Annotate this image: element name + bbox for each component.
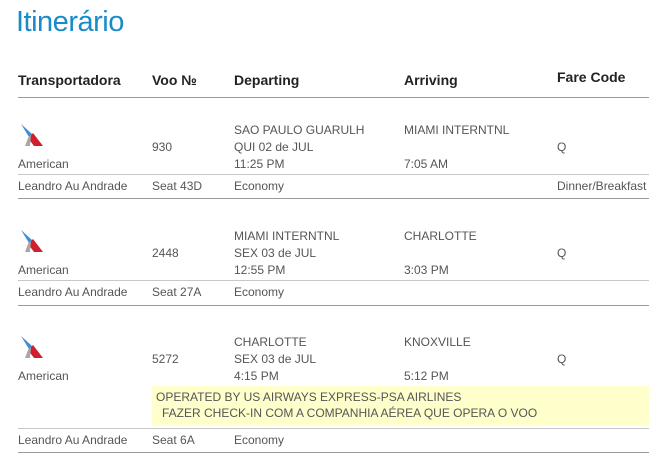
departing-airport: SAO PAULO GUARULH [234, 123, 365, 137]
column-header-flight: Voo № [152, 72, 197, 88]
airline-name: American [18, 157, 69, 171]
meal-service: Dinner/Breakfast [557, 179, 647, 193]
arriving-airport: KNOXVILLE [404, 335, 471, 349]
departing-airport: MIAMI INTERNTNL [234, 229, 340, 243]
seat-assignment: Seat 43D [152, 179, 203, 193]
departing-date: SEX 03 de JUL [234, 352, 317, 366]
header-divider [18, 97, 649, 98]
passenger-name: Leandro Au Andrade [18, 433, 128, 447]
fare-code: Q [557, 246, 567, 260]
american-airlines-logo-icon [21, 124, 43, 146]
fare-code: Q [557, 352, 567, 366]
cabin-class: Economy [234, 285, 285, 299]
flight-number: 930 [152, 140, 173, 154]
flight-number: 5272 [152, 352, 179, 366]
arriving-time: 7:05 AM [404, 157, 449, 171]
departing-time: 12:55 PM [234, 263, 286, 277]
page-title: Itinerário [16, 6, 124, 38]
column-header-carrier: Transportadora [18, 72, 121, 88]
arriving-airport: MIAMI INTERNTNL [404, 123, 510, 137]
fare-code: Q [557, 140, 567, 154]
departing-time: 4:15 PM [234, 369, 279, 383]
column-header-arriving: Arriving [404, 72, 458, 88]
arriving-time: 5:12 PM [404, 369, 449, 383]
airline-name: American [18, 369, 69, 383]
arriving-time: 3:03 PM [404, 263, 449, 277]
operated-by-notice: OPERATED BY US AIRWAYS EXPRESS-PSA AIRLI… [152, 386, 649, 426]
row-divider [18, 428, 649, 429]
flight-divider [18, 198, 649, 199]
column-header-departing: Departing [234, 72, 300, 88]
flight-divider [18, 452, 649, 453]
flight-divider [18, 305, 649, 306]
row-divider [18, 174, 649, 175]
column-header-fare-code: Fare Code [557, 69, 626, 85]
passenger-name: Leandro Au Andrade [18, 285, 128, 299]
departing-time: 11:25 PM [234, 157, 285, 171]
cabin-class: Economy [234, 179, 285, 193]
seat-assignment: Seat 27A [152, 285, 202, 299]
departing-date: SEX 03 de JUL [234, 246, 317, 260]
american-airlines-logo-icon [21, 336, 43, 358]
operated-by-text: OPERATED BY US AIRWAYS EXPRESS-PSA AIRLI… [156, 390, 462, 404]
passenger-name: Leandro Au Andrade [18, 179, 128, 193]
check-in-notice-text: FAZER CHECK-IN COM A COMPANHIA AÉREA QUE… [162, 406, 538, 420]
flight-number: 2448 [152, 246, 179, 260]
cabin-class: Economy [234, 433, 285, 447]
departing-airport: CHARLOTTE [234, 335, 307, 349]
airline-name: American [18, 263, 69, 277]
row-divider [18, 280, 649, 281]
seat-assignment: Seat 6A [152, 433, 195, 447]
arriving-airport: CHARLOTTE [404, 229, 477, 243]
american-airlines-logo-icon [21, 230, 43, 252]
departing-date: QUI 02 de JUL [234, 140, 314, 154]
